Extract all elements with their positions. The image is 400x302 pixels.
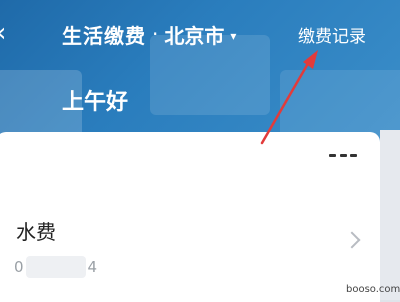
annotation-arrow-shaft (260, 58, 312, 145)
annotation-arrow (260, 50, 318, 145)
watermark: booso.com (346, 284, 400, 295)
